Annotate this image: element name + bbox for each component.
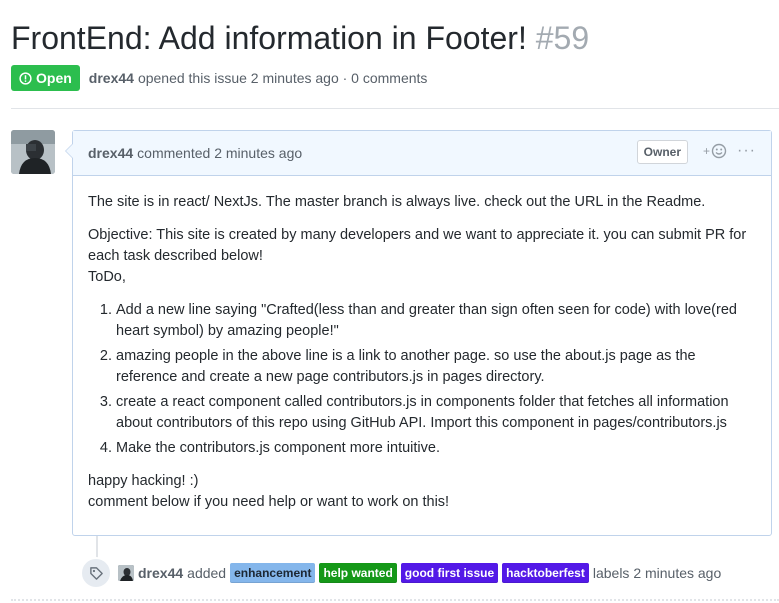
event-author-link[interactable]: drex44 bbox=[138, 565, 183, 581]
event-added-text: added bbox=[187, 565, 227, 581]
label-event: drex44 added enhancement help wanted goo… bbox=[80, 557, 721, 589]
header-divider bbox=[11, 108, 779, 109]
add-reaction-button[interactable]: + bbox=[703, 143, 727, 159]
todo-heading: ToDo, bbox=[88, 269, 126, 285]
event-timestamp: labels 2 minutes ago bbox=[592, 565, 722, 581]
comment-objective: Objective: This site is created by many … bbox=[88, 225, 756, 288]
issue-title-text: FrontEnd: Add information in Footer! bbox=[11, 20, 527, 56]
list-item: create a react component called contribu… bbox=[116, 392, 756, 434]
objective-text: Objective: This site is created by many … bbox=[88, 227, 747, 264]
comment-author-link[interactable]: drex44 bbox=[88, 145, 133, 161]
todo-list: Add a new line saying "Crafted(less than… bbox=[88, 300, 756, 459]
issue-meta: Open drex44 opened this issue 2 minutes … bbox=[11, 65, 427, 91]
issue-state-label: Open bbox=[36, 70, 72, 86]
list-item: amazing people in the above line is a li… bbox=[116, 346, 756, 388]
comment-paragraph: The site is in react/ NextJs. The master… bbox=[88, 194, 706, 210]
event-avatar[interactable] bbox=[118, 565, 134, 581]
closing-line: comment below if you need help or want t… bbox=[88, 494, 450, 510]
avatar[interactable] bbox=[11, 130, 55, 174]
more-options-button[interactable]: ··· bbox=[737, 143, 756, 159]
avatar-image bbox=[11, 130, 55, 174]
issue-comment: drex44 commented 2 minutes ago Owner + ·… bbox=[65, 130, 772, 536]
issue-title: FrontEnd: Add information in Footer! #59 bbox=[11, 18, 589, 58]
label-hacktoberfest[interactable]: hacktoberfest bbox=[502, 563, 589, 583]
label-help-wanted[interactable]: help wanted bbox=[319, 563, 397, 583]
reaction-plus: + bbox=[702, 144, 710, 158]
issue-opened-text: opened this issue 2 minutes ago · 0 comm… bbox=[137, 70, 428, 86]
comment-body: The site is in react/ NextJs. The master… bbox=[73, 176, 771, 513]
smiley-icon bbox=[711, 143, 727, 159]
issue-author-link[interactable]: drex44 bbox=[89, 70, 134, 86]
issue-state-badge: Open bbox=[11, 65, 80, 91]
issue-number: #59 bbox=[535, 20, 590, 56]
comment-header: drex44 commented 2 minutes ago Owner + ·… bbox=[73, 131, 771, 176]
list-item: Make the contributors.js component more … bbox=[116, 438, 756, 459]
closing-line: happy hacking! :) bbox=[88, 473, 199, 489]
timeline-divider bbox=[11, 599, 779, 601]
owner-badge: Owner bbox=[636, 140, 688, 164]
list-item: Add a new line saying "Crafted(less than… bbox=[116, 300, 756, 342]
label-good-first-issue[interactable]: good first issue bbox=[400, 563, 499, 583]
label-enhancement[interactable]: enhancement bbox=[230, 563, 316, 583]
tag-icon bbox=[80, 557, 112, 589]
comment-timestamp: commented 2 minutes ago bbox=[137, 145, 303, 161]
issue-opened-icon bbox=[19, 71, 32, 85]
comment-closing: happy hacking! :) comment below if you ne… bbox=[88, 471, 756, 513]
timeline-connector bbox=[96, 536, 98, 558]
